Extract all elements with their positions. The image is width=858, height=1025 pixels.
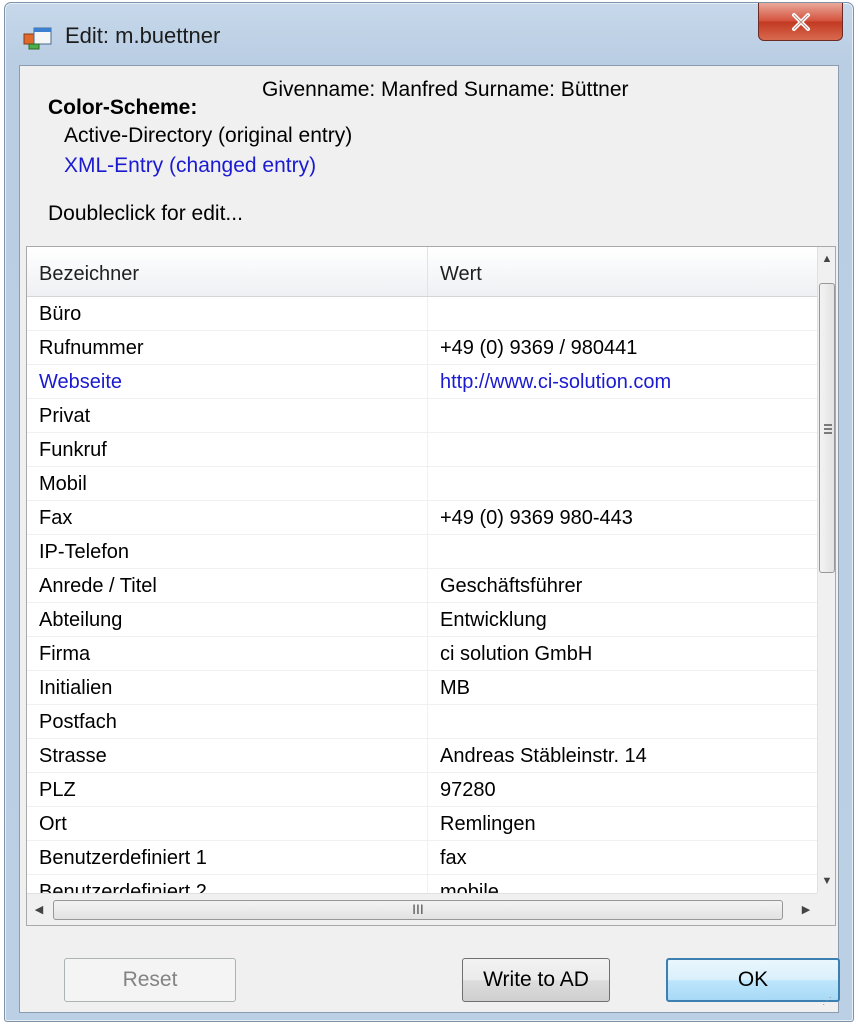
cell-wert[interactable]: Entwicklung: [428, 603, 818, 636]
table-row[interactable]: Abteilung Entwicklung: [27, 603, 818, 637]
cell-wert[interactable]: [428, 433, 818, 466]
color-scheme-heading: Color-Scheme:: [48, 96, 198, 119]
table-row[interactable]: IP-Telefon: [27, 535, 818, 569]
window-title: Edit: m.buettner: [65, 23, 221, 48]
close-button[interactable]: [758, 3, 843, 41]
scroll-left-icon[interactable]: ◀: [27, 894, 51, 925]
table-row[interactable]: Initialien MB: [27, 671, 818, 705]
cell-bezeichner[interactable]: IP-Telefon: [27, 535, 428, 568]
edit-dialog: Edit: m.buettner Givenname: Manfred Surn…: [4, 2, 854, 1022]
cell-bezeichner[interactable]: Initialien: [27, 671, 428, 704]
vertical-scroll-thumb[interactable]: [819, 283, 835, 573]
table-row[interactable]: Funkruf: [27, 433, 818, 467]
vertical-scrollbar[interactable]: ▲ ▼: [817, 247, 835, 893]
table-row[interactable]: Benutzerdefiniert 1 fax: [27, 841, 818, 875]
cell-wert[interactable]: [428, 297, 818, 330]
column-header-wert[interactable]: Wert: [428, 247, 818, 296]
scroll-right-icon[interactable]: ▶: [794, 894, 818, 925]
cell-bezeichner[interactable]: Funkruf: [27, 433, 428, 466]
cell-wert[interactable]: MB: [428, 671, 818, 704]
cell-bezeichner[interactable]: Fax: [27, 501, 428, 534]
cell-wert[interactable]: +49 (0) 9369 980-443: [428, 501, 818, 534]
dialog-client-area: Givenname: Manfred Surname: Büttner Colo…: [19, 65, 840, 1013]
reset-button[interactable]: Reset: [64, 958, 236, 1002]
table-row[interactable]: PLZ 97280: [27, 773, 818, 807]
table-row[interactable]: Anrede / Titel Geschäftsführer: [27, 569, 818, 603]
grid-rows: Büro Rufnummer +49 (0) 9369 / 980441 Websei…: [27, 297, 818, 909]
column-header-bezeichner[interactable]: Bezeichner: [27, 247, 428, 296]
grid-header: Bezeichner Wert: [27, 247, 818, 297]
cell-wert[interactable]: 97280: [428, 773, 818, 806]
cell-wert[interactable]: fax: [428, 841, 818, 874]
ok-button[interactable]: OK: [666, 958, 840, 1002]
table-row[interactable]: Webseite http://www.ci-solution.com: [27, 365, 818, 399]
horizontal-scroll-thumb[interactable]: III: [53, 900, 783, 920]
cell-bezeichner[interactable]: Benutzerdefiniert 1: [27, 841, 428, 874]
scroll-down-icon[interactable]: ▼: [818, 869, 835, 893]
scrollbar-corner: [817, 893, 835, 925]
cell-wert[interactable]: [428, 399, 818, 432]
table-row[interactable]: Postfach: [27, 705, 818, 739]
cell-wert[interactable]: ci solution GmbH: [428, 637, 818, 670]
cell-bezeichner[interactable]: Postfach: [27, 705, 428, 738]
cell-bezeichner[interactable]: Mobil: [27, 467, 428, 500]
cell-wert[interactable]: [428, 705, 818, 738]
table-row[interactable]: Firma ci solution GmbH: [27, 637, 818, 671]
table-row[interactable]: Strasse Andreas Stäbleinstr. 14: [27, 739, 818, 773]
horizontal-scrollbar[interactable]: ◀ III ▶: [27, 893, 818, 925]
cell-wert[interactable]: http://www.ci-solution.com: [428, 365, 818, 398]
write-to-ad-button[interactable]: Write to AD: [462, 958, 610, 1002]
title-bar[interactable]: Edit: m.buettner: [5, 3, 853, 67]
attributes-grid[interactable]: Bezeichner Wert Büro Rufnummer +49 (0) 936…: [26, 246, 836, 926]
table-row[interactable]: Ort Remlingen: [27, 807, 818, 841]
window-app-icon: [23, 27, 52, 50]
edit-hint: Doubleclick for edit...: [48, 202, 243, 225]
cell-bezeichner[interactable]: Rufnummer: [27, 331, 428, 364]
table-row[interactable]: Büro: [27, 297, 818, 331]
cell-wert[interactable]: Remlingen: [428, 807, 818, 840]
cell-wert[interactable]: [428, 467, 818, 500]
cell-bezeichner[interactable]: Strasse: [27, 739, 428, 772]
cell-bezeichner[interactable]: Abteilung: [27, 603, 428, 636]
cell-bezeichner[interactable]: Privat: [27, 399, 428, 432]
cell-bezeichner[interactable]: Anrede / Titel: [27, 569, 428, 602]
grip-icon: [824, 424, 832, 434]
color-scheme-ad-legend: Active-Directory (original entry): [64, 124, 353, 147]
cell-wert[interactable]: +49 (0) 9369 / 980441: [428, 331, 818, 364]
scroll-up-icon[interactable]: ▲: [818, 247, 835, 271]
resize-grip-icon[interactable]: ⋰: [822, 996, 834, 1008]
table-row[interactable]: Rufnummer +49 (0) 9369 / 980441: [27, 331, 818, 365]
close-icon: [791, 12, 810, 31]
color-scheme-xml-legend: XML-Entry (changed entry): [64, 154, 317, 177]
table-row[interactable]: Mobil: [27, 467, 818, 501]
user-name-label: Givenname: Manfred Surname: Büttner: [262, 78, 629, 101]
cell-wert[interactable]: Andreas Stäbleinstr. 14: [428, 739, 818, 772]
cell-bezeichner[interactable]: Firma: [27, 637, 428, 670]
cell-wert[interactable]: Geschäftsführer: [428, 569, 818, 602]
cell-bezeichner[interactable]: Büro: [27, 297, 428, 330]
cell-bezeichner[interactable]: PLZ: [27, 773, 428, 806]
cell-bezeichner[interactable]: Webseite: [27, 365, 428, 398]
cell-wert[interactable]: [428, 535, 818, 568]
table-row[interactable]: Privat: [27, 399, 818, 433]
cell-bezeichner[interactable]: Ort: [27, 807, 428, 840]
table-row[interactable]: Fax +49 (0) 9369 980-443: [27, 501, 818, 535]
